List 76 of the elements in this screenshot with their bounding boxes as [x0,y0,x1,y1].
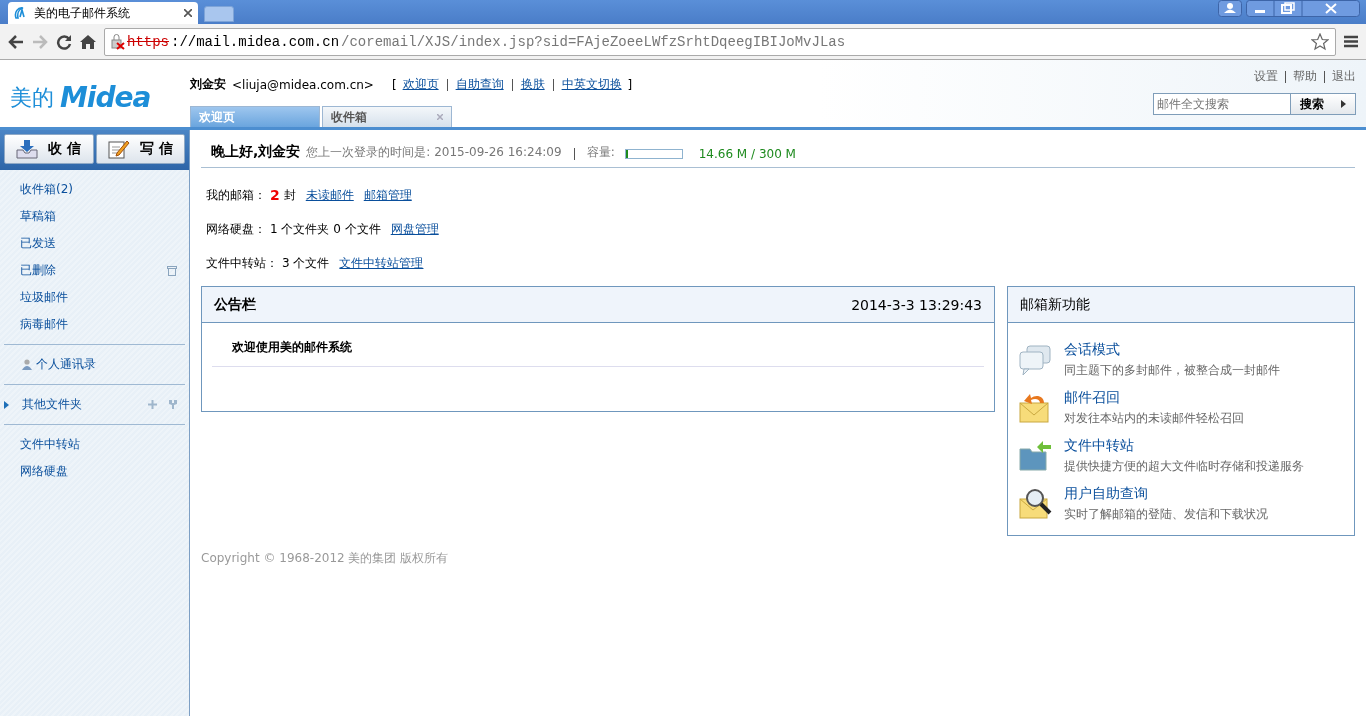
last-login-text: 您上一次登录的时间是: 2015-09-26 16:24:09 [306,144,562,161]
header-link[interactable]: 退出 [1332,68,1356,85]
bracket-mark: [ [391,77,397,92]
feature-title[interactable]: 文件中转站 [1064,437,1304,455]
speech-bubbles-icon [1018,343,1052,377]
envelope-magnifier-icon [1018,487,1052,521]
feature-description: 实时了解邮箱的登陆、发信和下载状况 [1064,506,1268,523]
info-label: 网络硬盘： [206,220,266,238]
window-controls-drawing[interactable] [1246,0,1360,17]
star-icon[interactable] [1311,32,1329,51]
receive-button[interactable]: 收 信 [4,134,94,164]
caret-right-icon[interactable] [4,400,10,409]
info-text: 3 个文件 [282,254,330,272]
address-bar[interactable]: https://mail.midea.com.cn/coremail/XJS/index.jsp?sid=FAjeZoeeLWfzSrhtDqeegIBIJoMvJLas [104,27,1336,56]
notice-time: 2014-3-3 13:29:43 [851,296,982,313]
panel-title: 邮箱新功能 [1020,295,1090,314]
sidebar-item[interactable]: 已发送 [4,230,185,257]
notice-item[interactable]: 欢迎使用美的邮件系统 [232,340,352,354]
capacity-meter [624,149,683,159]
feature-title[interactable]: 用户自助查询 [1064,485,1268,503]
feature-description: 提供快捷方便的超大文件临时存储和投递服务 [1064,458,1304,475]
header-link[interactable]: 自助查询 [455,76,504,93]
unread-count: 2 [270,187,280,203]
sidebar-item[interactable]: 病毒邮件 [4,311,185,338]
panel-title: 公告栏 [214,295,256,314]
manage-link[interactable]: 邮箱管理 [363,186,412,204]
feature-title[interactable]: 会话模式 [1064,341,1280,359]
sidebar-item[interactable]: 网络硬盘 [4,458,185,485]
close-icon[interactable] [184,9,192,17]
inbox-download-icon [16,139,39,159]
header-link[interactable]: 换肤 [520,76,545,93]
info-label: 我的邮箱： [206,186,266,204]
sidebar-item[interactable]: 个人通讯录 [4,351,185,378]
manage-link[interactable]: 未读邮件 [305,186,354,204]
sidebar-item[interactable]: 收件箱(2) [4,176,185,203]
reload-icon[interactable] [56,33,72,50]
info-label: 文件中转站： [206,254,278,272]
copyright-text: Copyright © 1968-2012 美的集团 版权所有 [201,550,450,567]
user-email: <liuja@midea.com.cn> [232,77,374,92]
info-text: 1 个文件夹 0 个文件 [270,220,381,238]
sidebar-item[interactable]: 草稿箱 [4,203,185,230]
sidebar-item[interactable]: 垃圾邮件 [4,284,185,311]
back-icon[interactable] [8,34,24,49]
capacity-text: 14.66 M / 300 M [698,147,796,161]
manage-link[interactable]: 文件中转站管理 [339,254,424,272]
sidebar-item[interactable]: 已删除 [4,257,185,284]
compose-button[interactable]: 写 信 [95,134,185,164]
person-icon [22,359,32,370]
header-link[interactable]: 设置 [1254,68,1278,85]
info-text: 封 [283,186,296,204]
logo-icon [14,6,28,20]
broken-lock-icon [111,33,125,50]
greeting-title: 晚上好,刘金安 [211,143,301,161]
notepad-pencil-icon [107,139,130,159]
feature-title[interactable]: 邮件召回 [1064,389,1244,407]
sidebar-item[interactable]: 文件中转站 [4,431,185,458]
folder-arrow-icon [1018,439,1052,473]
tab[interactable]: 收件箱 [322,106,452,127]
feature-description: 对发往本站内的未读邮件轻松召回 [1064,410,1244,427]
home-icon[interactable] [80,34,96,49]
person-icon[interactable] [1218,0,1242,17]
capacity-label: 容量: [586,144,615,161]
header-link[interactable]: 欢迎页 [402,76,439,93]
feature-description: 同主题下的多封邮件，被整合成一封邮件 [1064,362,1280,379]
manage-link[interactable]: 网盘管理 [390,220,439,238]
user-name: 刘金安 [190,76,226,93]
search-button[interactable]: 搜索 [1291,94,1355,114]
bracket-mark: ] [627,77,633,92]
sidebar-item[interactable]: 其他文件夹 [4,391,185,418]
browser-tab[interactable]: 美的电子邮件系统 [8,2,198,24]
menu-icon[interactable] [1344,35,1358,48]
search-field[interactable]: 邮件全文搜索 [1154,94,1291,114]
midea-logo: 美的 Midea [9,80,152,116]
header-link[interactable]: 帮助 [1293,68,1317,85]
header-link[interactable]: 中英文切换 [561,76,622,93]
caret-icon[interactable] [1341,100,1347,108]
